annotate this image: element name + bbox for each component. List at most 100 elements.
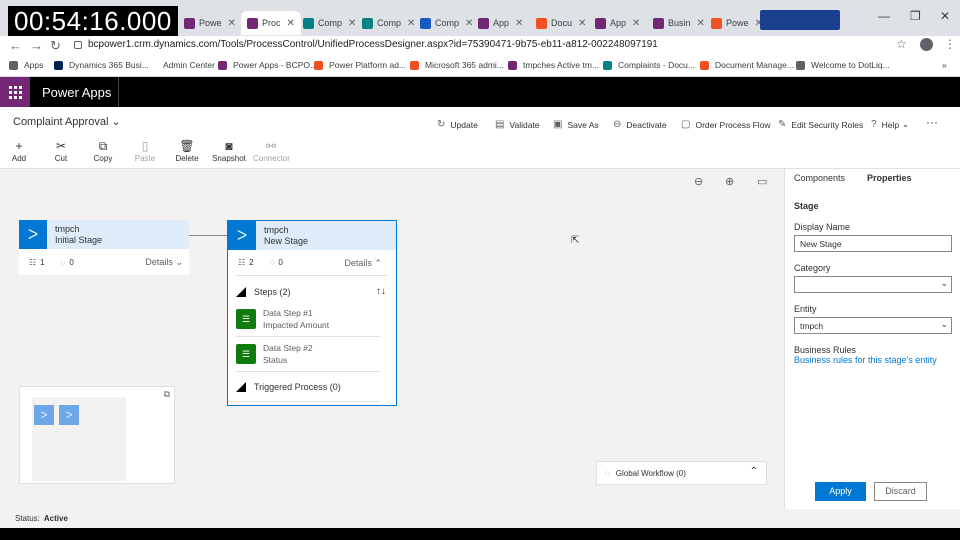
document-icon: ▢ [681, 119, 691, 130]
stage-card-initial[interactable]: ᐳ tmpch Initial Stage ☷ 1 ◌ 0 Details ⌄ [19, 220, 189, 275]
close-tab-icon[interactable]: ✕ [287, 18, 295, 29]
bookmark-item[interactable]: Complaints - Docu... [603, 60, 695, 70]
global-workflow-panel[interactable]: ◌ Global Workflow (0) ⌃ [596, 461, 767, 485]
save-as-button[interactable]: ▣ Save As [553, 119, 599, 130]
connector-button[interactable]: ⚯ Connector [253, 139, 290, 163]
zoom-out-icon[interactable]: ⊖ [694, 175, 703, 188]
browser-tab[interactable]: Busin ✕ [647, 11, 711, 35]
validate-button[interactable]: ▤ Validate [495, 119, 540, 130]
process-title[interactable]: Complaint Approval ⌄ [13, 115, 121, 128]
browser-tab[interactable]: Docu ✕ [530, 11, 592, 35]
profile-avatar[interactable] [920, 38, 933, 51]
tab-properties[interactable]: Properties [867, 173, 912, 183]
bookmark-star-icon[interactable]: ☆ [896, 37, 907, 51]
reorder-arrows-icon[interactable]: ↑↓ [376, 286, 386, 297]
browser-tab[interactable]: Comp ✕ [297, 11, 362, 35]
browser-tab[interactable]: Comp ✕ [414, 11, 479, 35]
entity-select[interactable]: tmpch ⌄ [794, 317, 952, 334]
minimap-stage: ᐳ [34, 405, 54, 425]
expand-minimap-icon[interactable]: ⧉ [164, 389, 170, 400]
stage-entity: tmpch [55, 224, 80, 234]
data-step[interactable]: ☰ Data Step #2 Status [236, 337, 380, 372]
more-commands-icon[interactable]: ··· [926, 115, 938, 129]
minimap-viewport[interactable]: ᐳ ᐳ [32, 397, 126, 481]
app-name[interactable]: Power Apps [42, 85, 111, 100]
edit-security-roles-button[interactable]: ✎ Edit Security Roles [778, 119, 863, 130]
minimize-icon[interactable]: — [878, 9, 890, 23]
fit-to-screen-icon[interactable]: ▭ [757, 175, 767, 188]
bookmark-icon [314, 60, 323, 70]
browser-tab[interactable]: App ✕ [589, 11, 646, 35]
close-tab-icon[interactable]: ✕ [515, 18, 523, 29]
bookmark-item[interactable]: Admin Center [148, 60, 215, 70]
bookmark-item[interactable]: Apps [9, 60, 43, 70]
stage-chevron-icon: ᐳ [228, 221, 256, 250]
bookmarks-overflow-icon[interactable]: » [942, 60, 947, 70]
minimap[interactable]: ᐳ ᐳ ⧉ [19, 386, 175, 484]
bookmark-item[interactable]: Power Platform ad... [314, 60, 406, 70]
copy-button[interactable]: ⧉ Copy [85, 139, 121, 163]
data-step-icon: ☰ [236, 309, 256, 329]
discard-button[interactable]: Discard [874, 482, 927, 501]
apply-button[interactable]: Apply [815, 482, 866, 501]
bookmark-icon [218, 60, 227, 70]
chevron-up-icon[interactable]: ⌃ [750, 466, 758, 477]
order-process-flow-button[interactable]: ▢ Order Process Flow [681, 119, 771, 130]
business-rules-label: Business Rules [794, 345, 857, 355]
snapshot-button[interactable]: ◙ Snapshot [211, 139, 247, 163]
browser-tab[interactable]: Powe ✕ [178, 11, 242, 35]
browser-tab[interactable]: App ✕ [472, 11, 529, 35]
app-launcher-icon[interactable] [0, 77, 30, 107]
close-tab-icon[interactable]: ✕ [228, 18, 236, 29]
category-select[interactable]: ⌄ [794, 276, 952, 293]
details-toggle[interactable]: Details ⌄ [145, 257, 183, 268]
bookmark-item[interactable]: Welcome to DotLiq... [796, 60, 890, 70]
close-tab-icon[interactable]: ✕ [697, 18, 705, 29]
paste-button[interactable]: ▯ Paste [127, 139, 163, 163]
steps-icon: ☷ [238, 258, 246, 267]
browser-tab[interactable]: Proc ✕ [241, 11, 301, 35]
lock-icon [74, 41, 82, 49]
triggered-process-label: Triggered Process (0) [254, 381, 341, 392]
stage-name: New Stage [264, 236, 309, 246]
close-tab-icon[interactable]: ✕ [632, 18, 640, 29]
display-name-field[interactable]: New Stage [794, 235, 952, 252]
condition-count: 0 [278, 258, 283, 267]
tab-favicon-icon [303, 17, 314, 29]
chevron-down-icon: ⌄ [902, 119, 910, 129]
add-button[interactable]: + Add [1, 139, 37, 163]
browser-tab[interactable]: Comp ✕ [356, 11, 421, 35]
url-input[interactable]: bcpower1.crm.dynamics.com/Tools/ProcessC… [88, 39, 658, 50]
data-step[interactable]: ☰ Data Step #1 Impacted Amount [236, 302, 380, 337]
bookmark-icon [410, 60, 419, 70]
details-toggle[interactable]: Details ⌃ [344, 258, 382, 269]
browser-menu-icon[interactable]: ⋮ [944, 37, 956, 51]
help-button[interactable]: ? Help ⌄ [871, 119, 909, 130]
bookmark-item[interactable]: Microsoft 365 admi... [410, 60, 504, 70]
designer-canvas[interactable]: ⊖ ⊕ ▭ ᐳ tmpch Initial Stage ☷ 1 ◌ 0 Detail… [0, 169, 784, 509]
bookmark-label: Welcome to DotLiq... [811, 60, 890, 70]
steps-section[interactable]: Steps (2) ↑↓ [228, 282, 396, 302]
stage-card-new[interactable]: ᐳ tmpch New Stage ☷ 2 ◌ 0 Details ⌃ Steps … [227, 220, 397, 406]
tab-favicon-icon [184, 17, 195, 29]
bookmark-item[interactable]: Document Manage... [700, 60, 794, 70]
business-rules-link[interactable]: Business rules for this stage's entity [794, 355, 937, 365]
zoom-in-icon[interactable]: ⊕ [725, 175, 734, 188]
triggered-process-section[interactable]: Triggered Process (0) [228, 372, 380, 402]
bookmark-item[interactable]: Dynamics 365 Busi... [54, 60, 149, 70]
bookmark-item[interactable]: tmpches Active tm... [508, 60, 599, 70]
bookmark-icon [603, 60, 612, 70]
update-button[interactable]: ↻ Update [437, 119, 478, 130]
tab-components[interactable]: Components [794, 173, 845, 183]
deactivate-button[interactable]: ⊖ Deactivate [613, 119, 667, 130]
chevron-down-icon: ⌄ [940, 319, 948, 329]
maximize-icon[interactable]: ❐ [910, 9, 921, 23]
close-tab-icon[interactable]: ✕ [578, 18, 586, 29]
close-window-icon[interactable]: ✕ [940, 9, 950, 23]
cut-button[interactable]: ✂ Cut [43, 139, 79, 163]
bookmark-item[interactable]: Power Apps - BCPO... [218, 60, 317, 70]
forward-icon[interactable]: → [30, 38, 43, 53]
back-icon[interactable]: ← [9, 38, 22, 53]
reload-icon[interactable]: ↻ [50, 38, 61, 54]
delete-button[interactable]: 🗑 Delete [169, 139, 205, 163]
